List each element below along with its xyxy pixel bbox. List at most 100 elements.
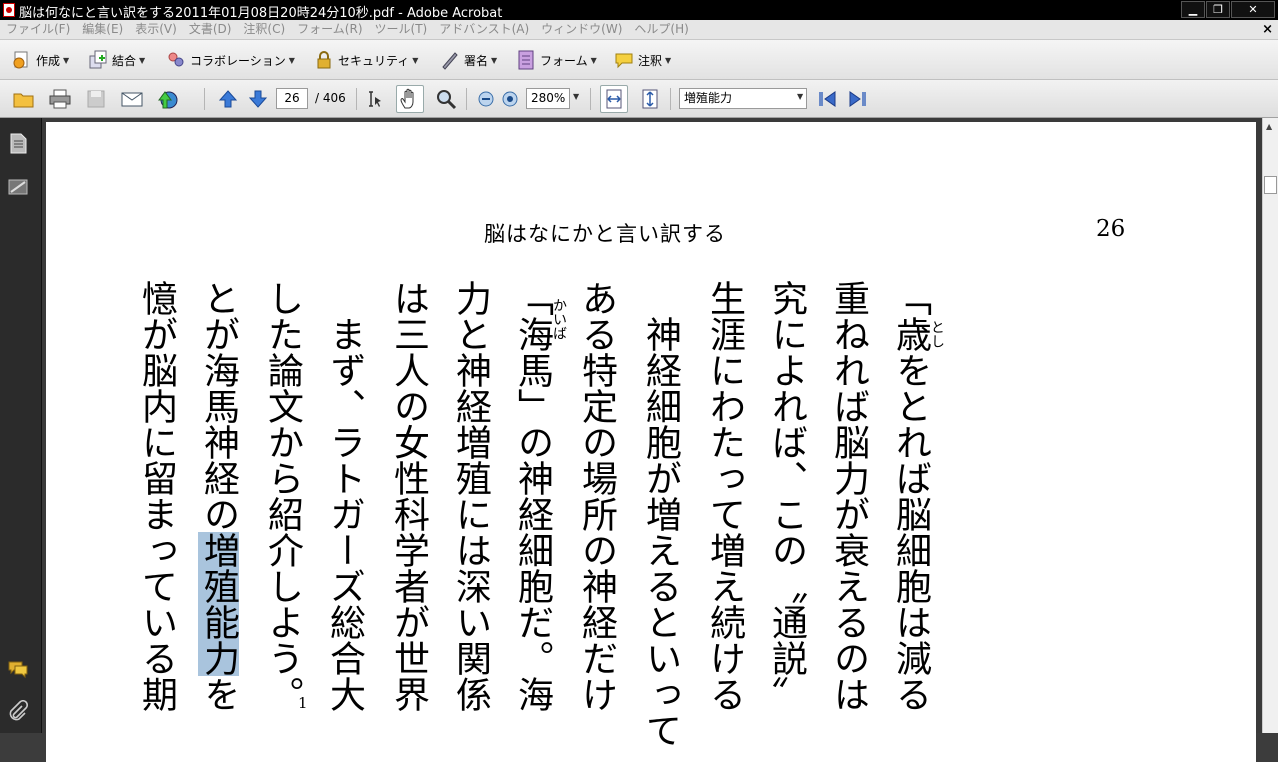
scroll-thumb[interactable]: [1264, 176, 1277, 194]
comment-label: 注釈: [638, 53, 663, 68]
toolbar-separator: [590, 88, 591, 110]
navigation-pane: [0, 118, 42, 733]
title-bar: 脳は何なにと言い訳をする2011年01月08日20時24分10秒.pdf - A…: [0, 0, 1278, 21]
column-12-text: とが海馬神経の: [198, 280, 239, 532]
find-previous-icon: [819, 91, 836, 107]
find-dropdown-chevron-icon[interactable]: ▼: [797, 92, 803, 101]
comment-button[interactable]: 注釈 ▼: [614, 48, 671, 72]
menu-document[interactable]: 文書(D): [183, 20, 238, 39]
chevron-down-icon: ▼: [491, 55, 498, 65]
restore-button[interactable]: ❐: [1206, 1, 1230, 18]
chevron-down-icon: ▼: [590, 55, 597, 65]
text-column-4: 生涯にわたって増え続ける: [704, 280, 745, 712]
find-field[interactable]: 増殖能力: [679, 88, 807, 109]
form-icon: [516, 50, 536, 70]
menu-bar: ファイル(F) 編集(E) 表示(V) 文書(D) 注釈(C) フォーム(R) ツール(T)…: [0, 20, 1278, 40]
fit-width-icon: [606, 89, 622, 109]
text-column-13: 憶が脳内に留まっている期: [136, 280, 177, 712]
printer-icon: [49, 89, 71, 109]
pen-icon: [440, 50, 460, 70]
vertical-scrollbar[interactable]: ▲: [1262, 118, 1278, 733]
footnote-marker: 1: [298, 694, 308, 712]
create-label: 作成: [36, 53, 61, 68]
email-button[interactable]: [120, 87, 144, 111]
menu-advanced[interactable]: アドバンスト(A): [433, 20, 535, 39]
hand-icon: [400, 88, 414, 109]
fit-page-icon: [642, 89, 658, 109]
page-number-input[interactable]: 26: [276, 88, 308, 109]
collaborate-button[interactable]: コラボレーション ▼: [166, 48, 295, 72]
zoom-out-icon: [478, 91, 494, 107]
menu-view[interactable]: 表示(V): [129, 20, 183, 39]
attachments-panel-button[interactable]: [7, 699, 29, 722]
menu-file[interactable]: ファイル(F): [0, 20, 76, 39]
text-column-6: ある特定の場所の神経だけ: [576, 280, 617, 712]
text-column-10: まず、ラトガーズ総合大: [324, 280, 365, 712]
menu-window[interactable]: ウィンドウ(W): [535, 20, 628, 39]
fit-width-button[interactable]: [600, 85, 628, 113]
save-button[interactable]: [84, 87, 108, 111]
arrow-down-icon: [248, 90, 268, 108]
chevron-down-icon: ▼: [139, 55, 146, 65]
minimize-button[interactable]: ▁: [1181, 1, 1205, 18]
chevron-down-icon: ▼: [665, 55, 672, 65]
folder-icon: [13, 93, 34, 108]
sign-button[interactable]: 署名 ▼: [440, 48, 497, 72]
signatures-panel-button[interactable]: [7, 176, 29, 198]
menu-tools[interactable]: ツール(T): [369, 20, 434, 39]
menu-comments[interactable]: 注釈(C): [237, 20, 291, 39]
open-button[interactable]: [12, 87, 36, 111]
chevron-down-icon: ▼: [412, 55, 419, 65]
comments-panel-button[interactable]: [7, 658, 29, 680]
save-icon: [87, 90, 105, 108]
hand-tool[interactable]: [396, 85, 424, 113]
globe-icon: [158, 91, 178, 109]
previous-page-button[interactable]: [216, 87, 240, 111]
scroll-up-arrow-icon[interactable]: ▲: [1266, 122, 1272, 131]
print-button[interactable]: [48, 87, 72, 111]
menu-help[interactable]: ヘルプ(H): [628, 20, 694, 39]
collaborate-icon: [166, 50, 186, 70]
zoom-tool[interactable]: [434, 87, 458, 111]
security-button[interactable]: セキュリティ ▼: [314, 48, 418, 72]
acrobat-pdf-icon: [3, 3, 15, 17]
upload-button[interactable]: [156, 87, 180, 111]
combine-icon: [88, 50, 108, 70]
sign-label: 署名: [464, 53, 489, 68]
select-text-tool[interactable]: [362, 87, 386, 111]
next-page-button[interactable]: [246, 87, 270, 111]
create-pdf-button[interactable]: 作成 ▼: [12, 48, 69, 72]
toolbar-separator: [466, 88, 467, 110]
zoom-out-button[interactable]: [474, 87, 498, 111]
find-previous-button[interactable]: [815, 87, 839, 111]
zoom-dropdown-chevron-icon[interactable]: ▼: [573, 92, 579, 101]
text-column-9: は三人の女性科学者が世界: [388, 280, 429, 712]
text-column-2: 重ねれば脳力が衰えるのは: [828, 280, 869, 712]
text-column-12: とが海馬神経の増殖能力を: [194, 280, 239, 712]
arrow-up-icon: [218, 90, 238, 108]
tasks-toolbar: 作成 ▼ 結合 ▼ コラボレーション ▼ セキュリティ ▼ 署名 ▼ フォーム ▼ 注釈: [0, 40, 1278, 80]
close-button[interactable]: ✕: [1231, 1, 1275, 18]
pages-panel-button[interactable]: [7, 132, 29, 154]
combine-button[interactable]: 結合 ▼: [88, 48, 145, 72]
forms-button[interactable]: フォーム ▼: [516, 48, 597, 72]
menu-edit[interactable]: 編集(E): [76, 20, 129, 39]
collaborate-label: コラボレーション: [190, 53, 286, 68]
signature-icon: [8, 179, 28, 195]
close-document-button[interactable]: ×: [1262, 22, 1273, 37]
navigation-toolbar: 26 / 406 280% ▼ 増殖能力 ▼: [0, 80, 1278, 118]
fit-page-button[interactable]: [638, 87, 662, 111]
paperclip-icon: [9, 699, 29, 721]
menu-forms[interactable]: フォーム(R): [291, 20, 368, 39]
combine-label: 結合: [112, 53, 137, 68]
comment-icon: [614, 50, 634, 70]
zoom-level-field[interactable]: 280%: [526, 88, 570, 109]
toolbar-separator: [670, 88, 671, 110]
document-view[interactable]: 脳はなにかと言い訳する 26 「歳をとれば脳細胞は減る 重ねれば脳力が衰えるのは…: [42, 118, 1262, 762]
find-next-button[interactable]: [846, 87, 870, 111]
text-cursor-icon: [369, 91, 381, 107]
zoom-in-button[interactable]: [498, 87, 522, 111]
text-column-1: 「歳をとれば脳細胞は減る: [890, 280, 931, 712]
ruby-kaiba: かいば: [551, 298, 567, 340]
speech-bubble-icon: [8, 661, 28, 679]
